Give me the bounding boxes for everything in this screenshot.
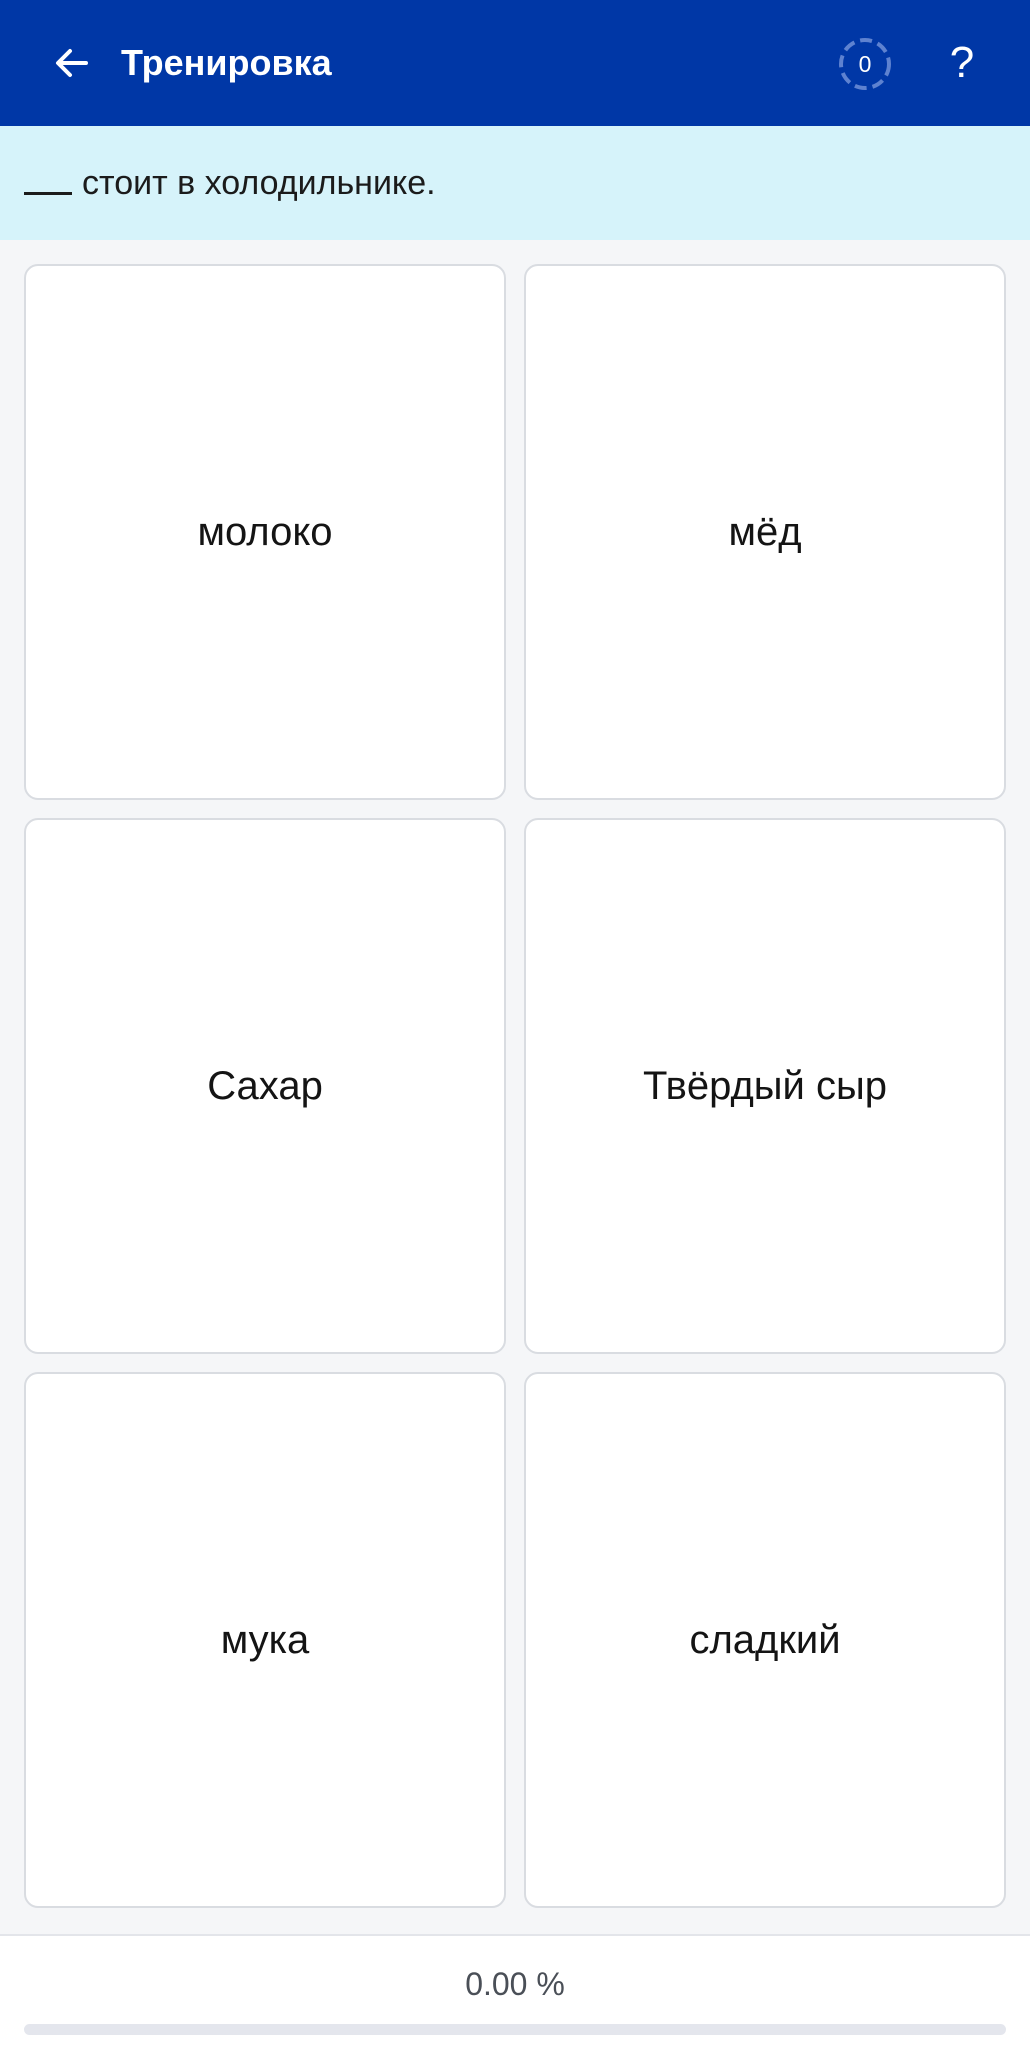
arrow-left-icon (56, 49, 88, 77)
progress-footer: 0.00 % (0, 1934, 1030, 2060)
answer-option[interactable]: молоко (24, 264, 506, 800)
score-indicator[interactable]: 0 (838, 37, 892, 91)
answer-blank (24, 191, 72, 195)
progress-percent: 0.00 % (465, 1966, 565, 2002)
answer-options: молоко мёд Сахар Твёрдый сыр мука сладки… (24, 264, 1006, 1909)
answer-option[interactable]: мука (24, 1372, 506, 1908)
back-button[interactable] (42, 33, 102, 93)
app-bar: Тренировка 0 ? (0, 0, 1030, 126)
progress-bar (24, 2024, 1006, 2035)
help-button[interactable]: ? (932, 33, 992, 93)
answer-option[interactable]: Сахар (24, 818, 506, 1354)
answer-option[interactable]: Твёрдый сыр (524, 818, 1006, 1354)
prompt-sentence: стоит в холодильнике. (82, 163, 436, 202)
answer-option[interactable]: сладкий (524, 1372, 1006, 1908)
page-title: Тренировка (121, 42, 332, 83)
score-count: 0 (858, 51, 872, 77)
answer-option[interactable]: мёд (524, 264, 1006, 800)
question-prompt: стоит в холодильнике. (0, 126, 1030, 240)
